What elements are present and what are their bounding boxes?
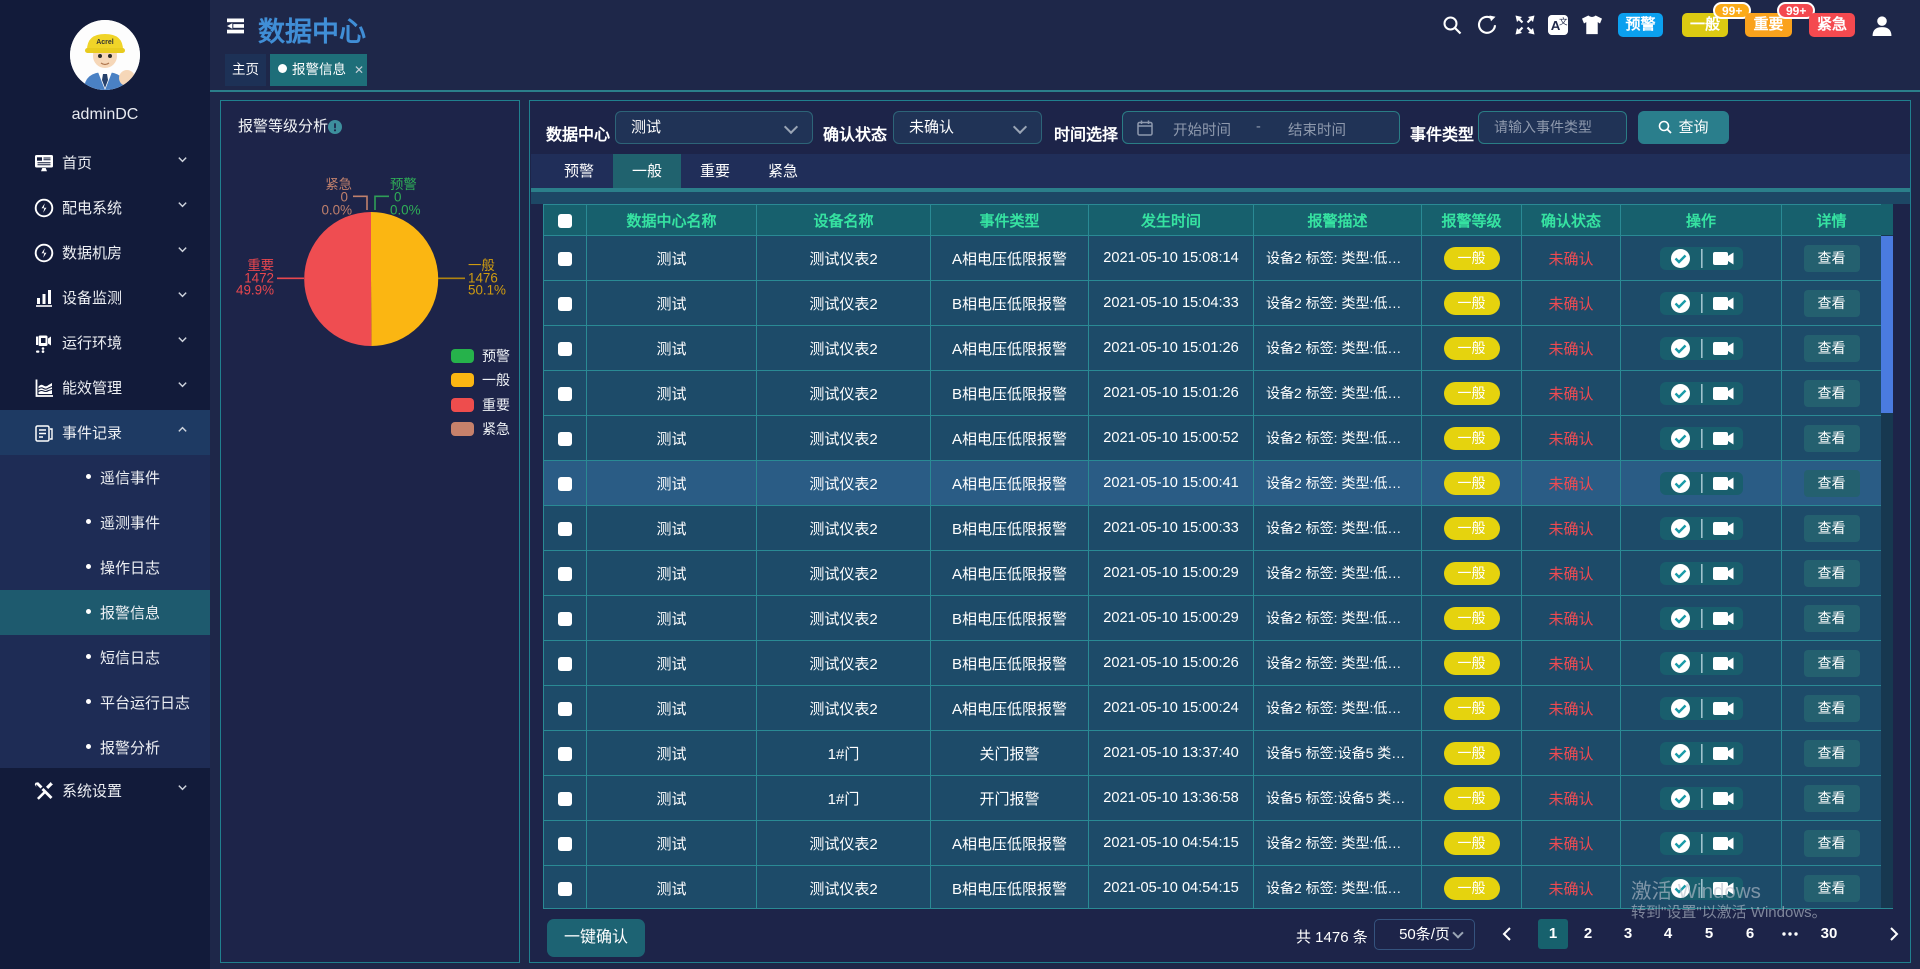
svg-text:预警: 预警 (482, 348, 510, 364)
svg-text:一般: 一般 (482, 372, 510, 388)
svg-text:重要: 重要 (482, 397, 510, 413)
svg-text:Acrel: Acrel (96, 39, 114, 46)
svg-text:0.0%: 0.0% (321, 203, 352, 218)
svg-text:49.9%: 49.9% (236, 283, 274, 298)
svg-text:0.0%: 0.0% (390, 203, 421, 218)
svg-text:文: 文 (1559, 16, 1568, 27)
svg-text:50.1%: 50.1% (468, 283, 506, 298)
svg-text:紧急: 紧急 (482, 421, 510, 437)
